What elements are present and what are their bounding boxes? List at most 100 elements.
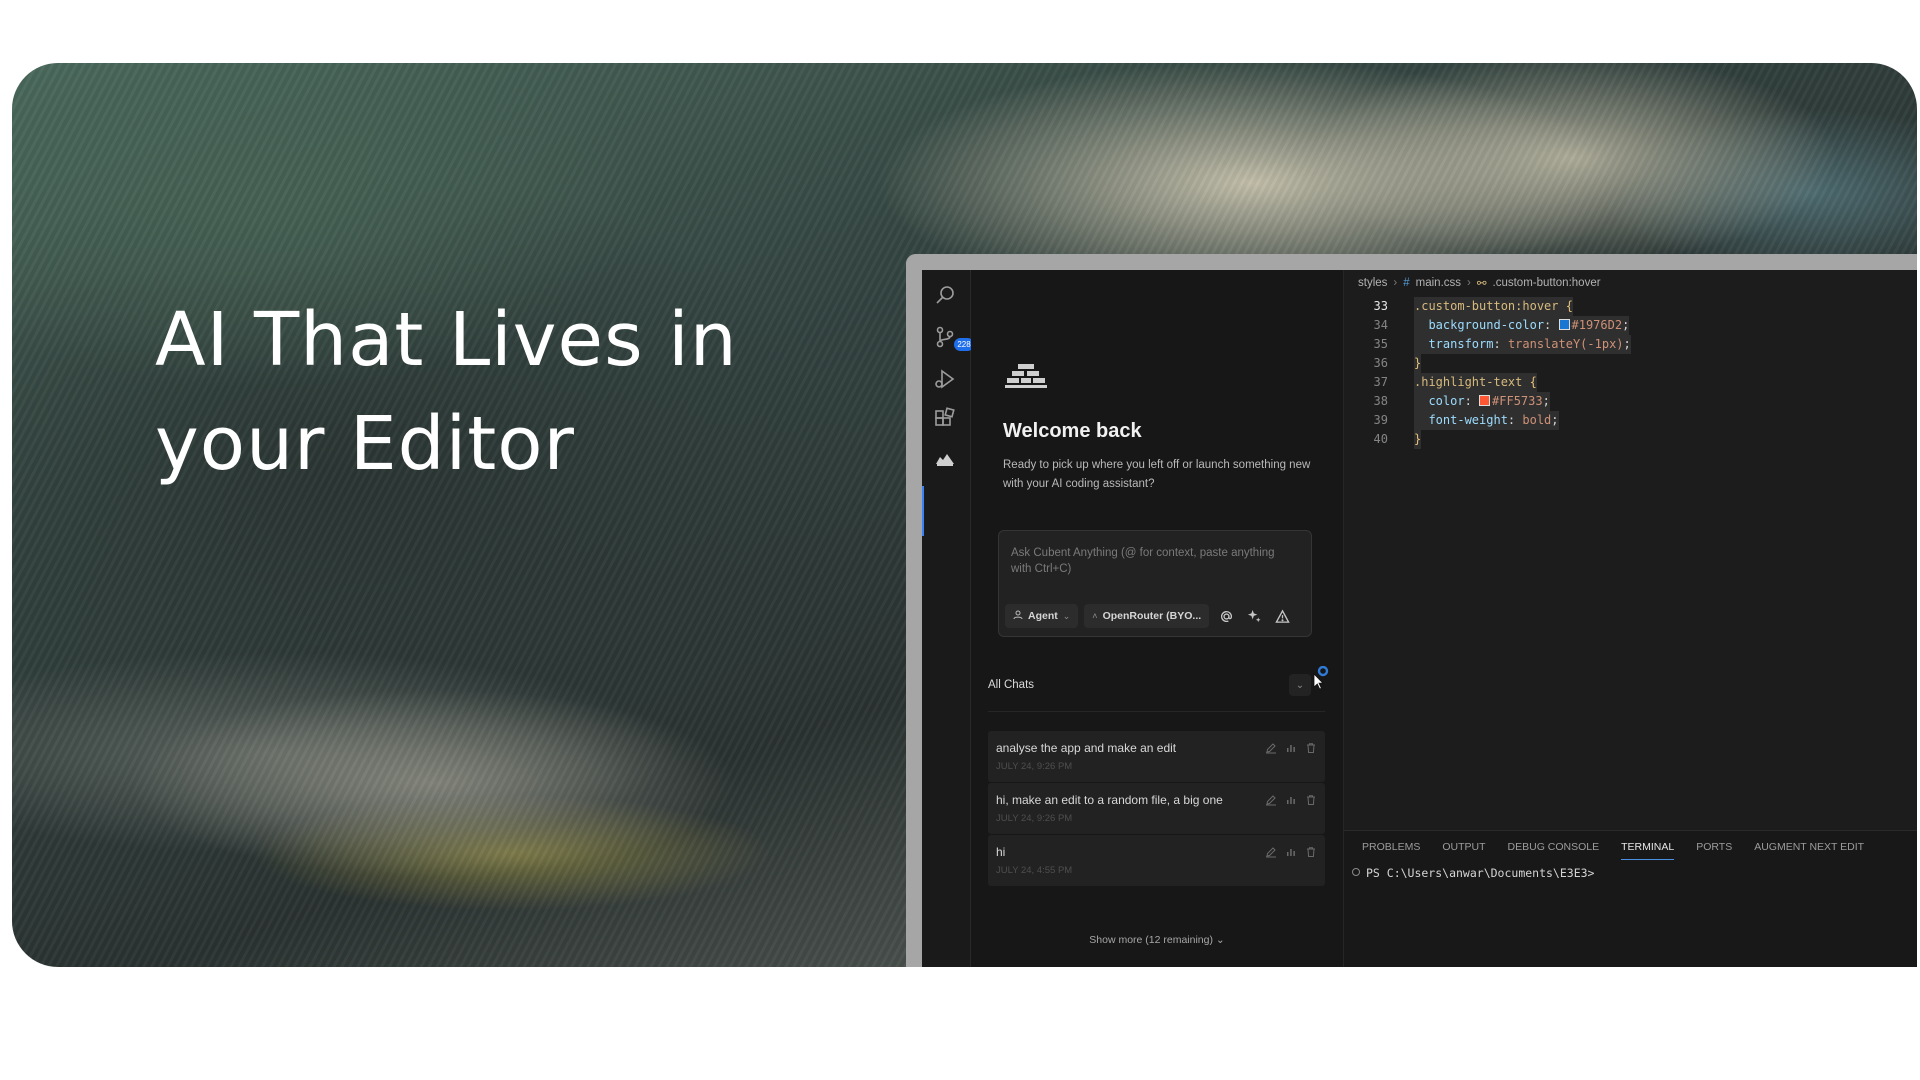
- model-selector[interactable]: ˄ OpenRouter (BYO...: [1084, 604, 1210, 628]
- activity-bar: 228: [922, 270, 974, 967]
- chat-list-item[interactable]: hi, make an edit to a random file, a big…: [988, 783, 1325, 834]
- tab-output[interactable]: OUTPUT: [1442, 841, 1485, 860]
- breadcrumb-folder[interactable]: styles: [1358, 277, 1387, 289]
- code-token: }: [1414, 356, 1422, 370]
- chat-panel: Welcome back Ready to pick up where you …: [971, 270, 1344, 967]
- code-token: font-weight: [1414, 413, 1508, 427]
- tab-debug-console[interactable]: DEBUG CONSOLE: [1508, 841, 1600, 860]
- color-swatch[interactable]: [1479, 395, 1491, 406]
- line-number: 39: [1373, 413, 1388, 427]
- cubent-icon[interactable]: [932, 446, 958, 472]
- chat-time: JULY 24, 9:26 PM: [996, 813, 1073, 824]
- code-text: background-color: #1976D2;: [1414, 316, 1630, 335]
- code-token: bold: [1522, 413, 1552, 427]
- extensions-icon[interactable]: [932, 406, 958, 432]
- code-token: :: [1507, 413, 1523, 427]
- code-token: }: [1414, 432, 1422, 446]
- chat-input[interactable]: [1011, 545, 1291, 581]
- line-number: 33: [1373, 299, 1388, 313]
- trash-icon[interactable]: [1305, 845, 1317, 863]
- code-text: .highlight-text {: [1414, 373, 1537, 392]
- color-swatch[interactable]: [1558, 319, 1570, 330]
- source-control-icon[interactable]: 228: [932, 324, 974, 351]
- breadcrumb-symbol[interactable]: .custom-button:hover: [1493, 277, 1601, 289]
- chats-collapse-button[interactable]: ⌄: [1289, 674, 1311, 696]
- chevron-right-icon: ›: [1467, 277, 1471, 289]
- chats-divider: [988, 711, 1325, 712]
- prompt-box: Agent ⌄ ˄ OpenRouter (BYO...: [998, 530, 1312, 637]
- stats-icon[interactable]: [1285, 845, 1297, 863]
- code-text: .custom-button:hover {: [1414, 297, 1573, 316]
- chat-actions: [1265, 741, 1317, 759]
- line-number: 37: [1373, 375, 1388, 389]
- code-editor[interactable]: styles › # main.css › ⚯ .custom-button:h…: [1344, 270, 1917, 830]
- hero-headline: AI That Lives in your Editor: [155, 288, 738, 496]
- chat-list-item[interactable]: hi JULY 24, 4:55 PM: [988, 835, 1325, 886]
- active-view-indicator: [922, 486, 924, 536]
- line-number: 35: [1373, 337, 1388, 351]
- chevron-up-icon: ˄: [1092, 611, 1098, 621]
- line-number: 40: [1373, 432, 1388, 446]
- mode-selector[interactable]: Agent ⌄: [1005, 604, 1079, 628]
- css-file-icon: #: [1403, 277, 1410, 289]
- code-text: }: [1414, 354, 1422, 373]
- model-label: OpenRouter (BYO...: [1102, 610, 1202, 622]
- chevron-right-icon: ›: [1393, 277, 1398, 289]
- terminal-line[interactable]: PS C:\Users\anwar\Documents\E3E3>: [1352, 866, 1594, 880]
- chevron-down-icon: ⌄: [1215, 934, 1225, 946]
- run-debug-icon[interactable]: [932, 366, 958, 392]
- chat-title: hi: [996, 845, 1006, 859]
- prompt-toolbar: Agent ⌄ ˄ OpenRouter (BYO...: [1005, 603, 1293, 629]
- chat-title: hi, make an edit to a random file, a big…: [996, 793, 1223, 807]
- code-text: transform: translateY(-1px);: [1414, 335, 1631, 354]
- chat-title: analyse the app and make an edit: [996, 741, 1177, 755]
- show-more-label: Show more (12 remaining): [1089, 934, 1213, 946]
- mode-label: Agent: [1028, 610, 1058, 622]
- tab-ports[interactable]: PORTS: [1696, 841, 1732, 860]
- stats-icon[interactable]: [1285, 793, 1297, 811]
- edit-icon[interactable]: [1265, 793, 1277, 811]
- welcome-title: Welcome back: [1003, 420, 1142, 442]
- chat-time: JULY 24, 9:26 PM: [996, 761, 1073, 772]
- tab-augment-next-edit[interactable]: AUGMENT NEXT EDIT: [1754, 841, 1864, 860]
- code-token: color: [1414, 394, 1465, 408]
- chevron-down-icon: ⌄: [1062, 610, 1071, 621]
- headline-line-2: your Editor: [155, 401, 575, 487]
- sparkle-icon[interactable]: [1243, 604, 1265, 628]
- code-token: background-color: [1414, 318, 1545, 332]
- stats-icon[interactable]: [1285, 741, 1297, 759]
- chevron-down-icon: ⌄: [1295, 679, 1305, 691]
- all-chats-label: All Chats: [988, 679, 1035, 691]
- code-token: {: [1558, 299, 1573, 313]
- code-text: font-weight: bold;: [1414, 411, 1559, 430]
- trash-icon[interactable]: [1305, 793, 1317, 811]
- code-token: .highlight-text: [1414, 375, 1523, 389]
- user-icon: [1013, 610, 1023, 623]
- mention-icon[interactable]: [1215, 604, 1237, 628]
- code-token: ;: [1622, 318, 1630, 332]
- editor-window: 228 Welcome back Ready to pick up where …: [906, 254, 1917, 967]
- tab-problems[interactable]: PROBLEMS: [1362, 841, 1420, 860]
- edit-icon[interactable]: [1265, 845, 1277, 863]
- symbol-icon: ⚯: [1476, 278, 1487, 290]
- code-text: }: [1414, 430, 1422, 449]
- headline-line-1: AI That Lives in: [155, 297, 738, 383]
- code-text: color: #FF5733;: [1414, 392, 1550, 411]
- search-icon[interactable]: [932, 282, 958, 308]
- terminal-status-icon: [1352, 868, 1360, 876]
- terminal-prompt: PS C:\Users\anwar\Documents\E3E3>: [1366, 866, 1595, 880]
- edit-icon[interactable]: [1265, 741, 1277, 759]
- chat-list-item[interactable]: analyse the app and make an edit JULY 24…: [988, 731, 1325, 782]
- warning-icon[interactable]: [1271, 604, 1293, 628]
- tab-terminal[interactable]: TERMINAL: [1621, 841, 1675, 860]
- trash-icon[interactable]: [1305, 741, 1317, 759]
- show-more-button[interactable]: Show more (12 remaining) ⌄: [971, 934, 1343, 946]
- breadcrumb-file[interactable]: main.css: [1416, 277, 1461, 289]
- code-token: #1976D2: [1571, 318, 1623, 332]
- breadcrumb: styles › # main.css › ⚯ .custom-button:h…: [1358, 276, 1601, 290]
- line-number: 36: [1373, 356, 1388, 370]
- chat-time: JULY 24, 4:55 PM: [996, 865, 1073, 876]
- line-number: 34: [1373, 318, 1388, 332]
- code-token: transform: [1414, 337, 1494, 351]
- code-token: :: [1493, 337, 1508, 351]
